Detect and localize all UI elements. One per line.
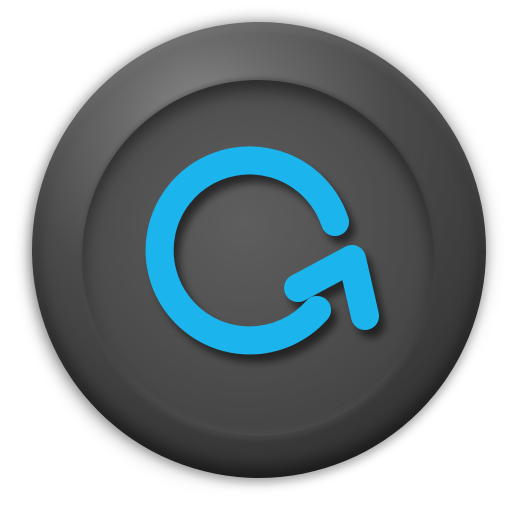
app-icon-canvas <box>0 0 512 512</box>
button-face[interactable] <box>82 80 434 436</box>
refresh-button[interactable] <box>32 22 486 478</box>
